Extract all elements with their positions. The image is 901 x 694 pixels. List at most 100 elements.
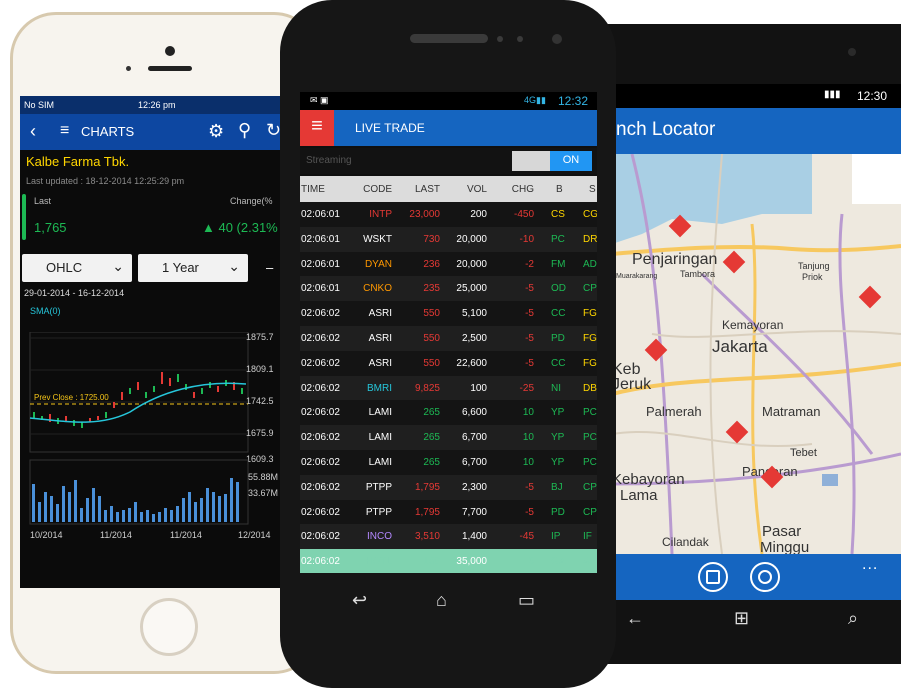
table-row[interactable]: 02:06:02 HOTL 150 35,000 5 GA AI [300,549,597,573]
cell-last: 550 [423,332,440,344]
status-bar: ▮▮▮ 12:30 [612,84,901,108]
cell-buyer: CS [551,209,565,220]
home-icon[interactable]: ⌂ [436,590,447,611]
cell-vol: 5,100 [461,308,487,320]
menu-icon[interactable]: ≡ [60,122,69,140]
cell-last: 3,510 [414,531,440,543]
home-button[interactable] [140,598,198,656]
volume-bar [62,486,65,522]
cell-code: ASRI [368,308,392,320]
cell-code: INTP [369,209,392,220]
table-row[interactable]: 02:06:02 ASRI 550 5,100 -5 CC FG [300,301,597,326]
price-chart[interactable]: 1875.7 1809.1 1742.5 1675.9 1609.3 Prev Close… [20,332,286,588]
period-select[interactable]: 1 Year ⌄ [138,254,248,282]
back-icon[interactable]: ↩ [352,590,367,611]
table-row[interactable]: 02:06:02 ASRI 550 2,500 -5 PD FG [300,325,597,351]
volume-bar [68,492,71,522]
cell-vol: 2,300 [461,481,487,493]
cell-chg: -10 [519,233,534,245]
table-row[interactable]: 02:06:02 PTPP 1,795 2,300 -5 BJ CP [300,474,597,500]
cell-chg: -5 [525,357,534,369]
last-updated: Last updated : 18-12-2014 12:25:29 pm [26,176,185,186]
map-label: Muarakarang [616,273,657,280]
column-header-code[interactable]: CODE [363,184,392,195]
menu-icon: ≡ [311,115,323,137]
volume-bar [230,478,233,522]
volume-bar [218,496,221,522]
streaming-toggle[interactable]: ON [512,151,592,171]
table-row[interactable]: 02:06:02 PTPP 1,795 7,700 -5 PD CP [300,499,597,525]
volume-bar [182,498,185,522]
map-canvas: PenjaringanTambora TanjungPriok Muarakaran… [612,154,901,554]
back-arrow-icon[interactable]: ← [626,608,644,629]
cell-chg: -450 [513,209,534,220]
cell-code: ASRI [368,332,392,344]
map-view[interactable]: Penjaringan Tambora Tanjung Priok Muarakaran… [612,154,901,554]
search-icon[interactable]: ⌕ [848,608,858,629]
column-header-vol[interactable]: VOL [467,184,487,195]
cell-chg: 10 [522,432,534,444]
volume-bar [128,508,131,522]
table-row[interactable]: 02:06:02 INCO 3,510 1,400 -45 IP IF [300,524,597,550]
table-row[interactable]: 02:06:01 CNKO 235 25,000 -5 OD CP [300,276,597,302]
map-label: Kebayoran [612,471,685,488]
camera-icon [165,46,175,56]
volume-bar [176,506,179,522]
cell-time: 02:06:01 [301,283,340,295]
cell-code: WSKT [363,233,392,245]
more-button[interactable]: ... [862,556,878,574]
notification-icon: ✉ ▣ [310,95,329,105]
menu-button[interactable]: ≡ [300,110,334,146]
volume-bar [236,482,239,522]
table-row[interactable]: 02:06:01 WSKT 730 20,000 -10 PC DR [300,226,597,252]
volume-bar [170,510,173,522]
column-header-buyer[interactable]: B [556,184,563,195]
status-bar: ✉ ▣ 4G▮▮ 12:32 [300,92,597,110]
volume-bar [188,492,191,522]
gear-icon[interactable]: ⚙ [208,121,224,142]
price-tick-label: 1875.7 [246,332,274,342]
search-icon[interactable]: ⚲ [238,120,251,141]
indicator-select[interactable]: – [266,260,273,275]
cell-chg: -5 [525,308,534,320]
column-header-time[interactable]: TIME [301,184,325,195]
volume-bar [122,510,125,522]
volume-bar [224,494,227,522]
cell-vol: 200 [470,209,487,220]
column-header-seller[interactable]: S [589,184,596,195]
cell-chg: -5 [525,283,534,295]
map-label: Palmerah [646,404,702,419]
refresh-icon[interactable]: ↻ [266,120,281,141]
column-header-chg[interactable]: CHG [512,184,534,195]
table-row[interactable]: 02:06:02 LAMI 265 6,700 10 YP PC [300,449,597,475]
cell-time: 02:06:02 [301,556,340,568]
volume-bar [164,508,167,522]
locate-button[interactable] [750,562,780,592]
table-row[interactable]: 02:06:02 LAMI 265 6,600 10 YP PC [300,400,597,426]
chart-type-select[interactable]: OHLC ⌄ [22,254,132,282]
nav-bar: ‹ ≡ CHARTS ⚙ ⚲ ↻ [20,114,286,150]
cell-vol: 6,700 [461,432,487,444]
recent-apps-icon[interactable]: ▭ [518,590,535,611]
cell-buyer: CC [551,357,566,369]
back-chevron-icon[interactable]: ‹ [30,121,36,142]
cell-time: 02:06:02 [301,432,340,444]
table-row[interactable]: 02:06:02 ASRI 550 22,600 -5 CC FG [300,350,597,376]
camera-icon [848,48,856,56]
table-row[interactable]: 02:06:02 LAMI 265 6,700 10 YP PC [300,425,597,450]
status-bar: No SIM 12:26 pm [20,96,286,114]
cell-code: CNKO [363,283,392,295]
table-row[interactable]: 02:06:01 INTP 23,000 200 -450 CS CG [300,202,597,227]
cell-vol: 6,700 [461,456,487,468]
cell-code: DYAN [364,258,392,270]
streaming-label: Streaming [306,155,352,166]
table-row[interactable]: 02:06:02 BMRI 9,825 100 -25 NI DB [300,375,597,401]
cell-code: LAMI [368,407,392,419]
table-row[interactable]: 02:06:01 DYAN 236 20,000 -2 FM AD [300,251,597,277]
list-button[interactable] [698,562,728,592]
cell-time: 02:06:01 [301,258,340,270]
cell-buyer: FM [551,258,566,270]
cell-buyer: IP [551,531,561,543]
column-header-last[interactable]: LAST [415,184,440,195]
windows-start-icon[interactable]: ⊞ [734,608,749,629]
